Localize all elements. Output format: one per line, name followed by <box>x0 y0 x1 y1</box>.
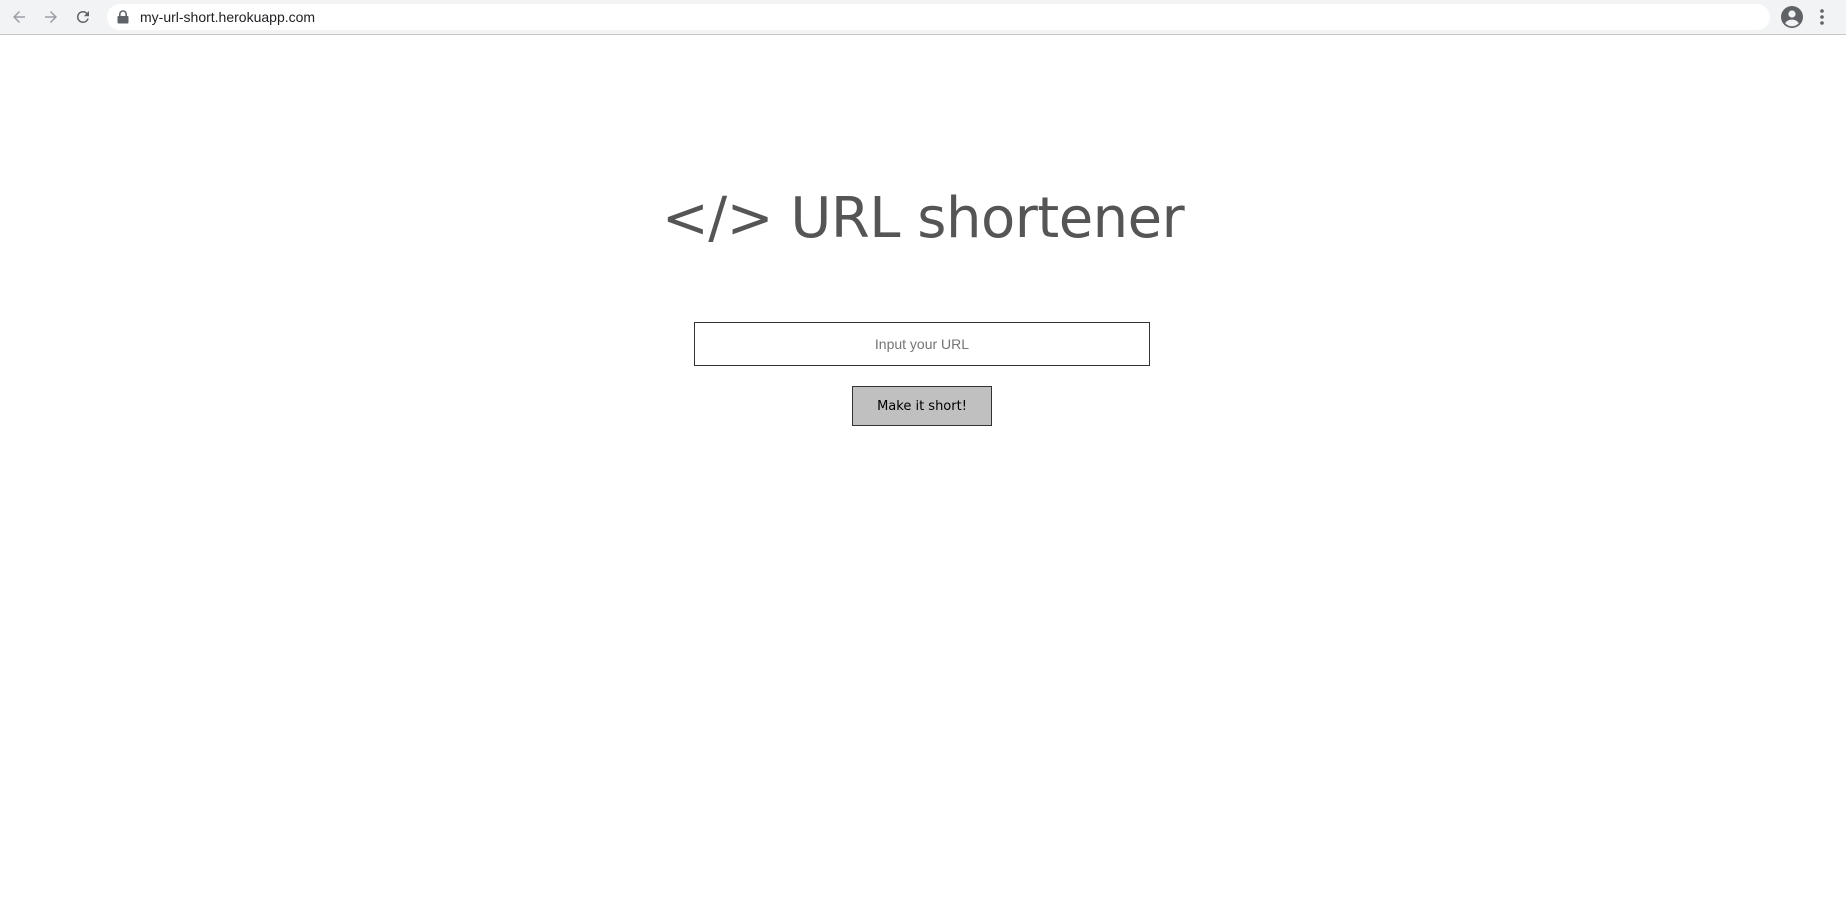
arrow-left-icon <box>13 11 25 23</box>
back-button[interactable] <box>8 6 30 28</box>
make-it-short-button[interactable]: Make it short! <box>852 386 992 426</box>
page-title: </> URL shortener <box>661 186 1185 251</box>
account-circle-icon[interactable] <box>1780 5 1804 29</box>
browser-toolbar: my-url-short.herokuapp.com <box>0 0 1846 35</box>
forward-button[interactable] <box>40 6 62 28</box>
kebab-menu-icon[interactable] <box>1818 7 1826 27</box>
url-text: my-url-short.herokuapp.com <box>140 9 316 25</box>
page-content: </> URL shortener Make it short! <box>0 36 1846 907</box>
reload-button[interactable] <box>72 6 94 28</box>
url-input[interactable] <box>694 322 1150 366</box>
address-bar[interactable]: my-url-short.herokuapp.com <box>107 4 1770 30</box>
arrow-right-icon <box>45 11 57 23</box>
reload-icon <box>77 10 89 23</box>
lock-icon <box>117 10 129 24</box>
